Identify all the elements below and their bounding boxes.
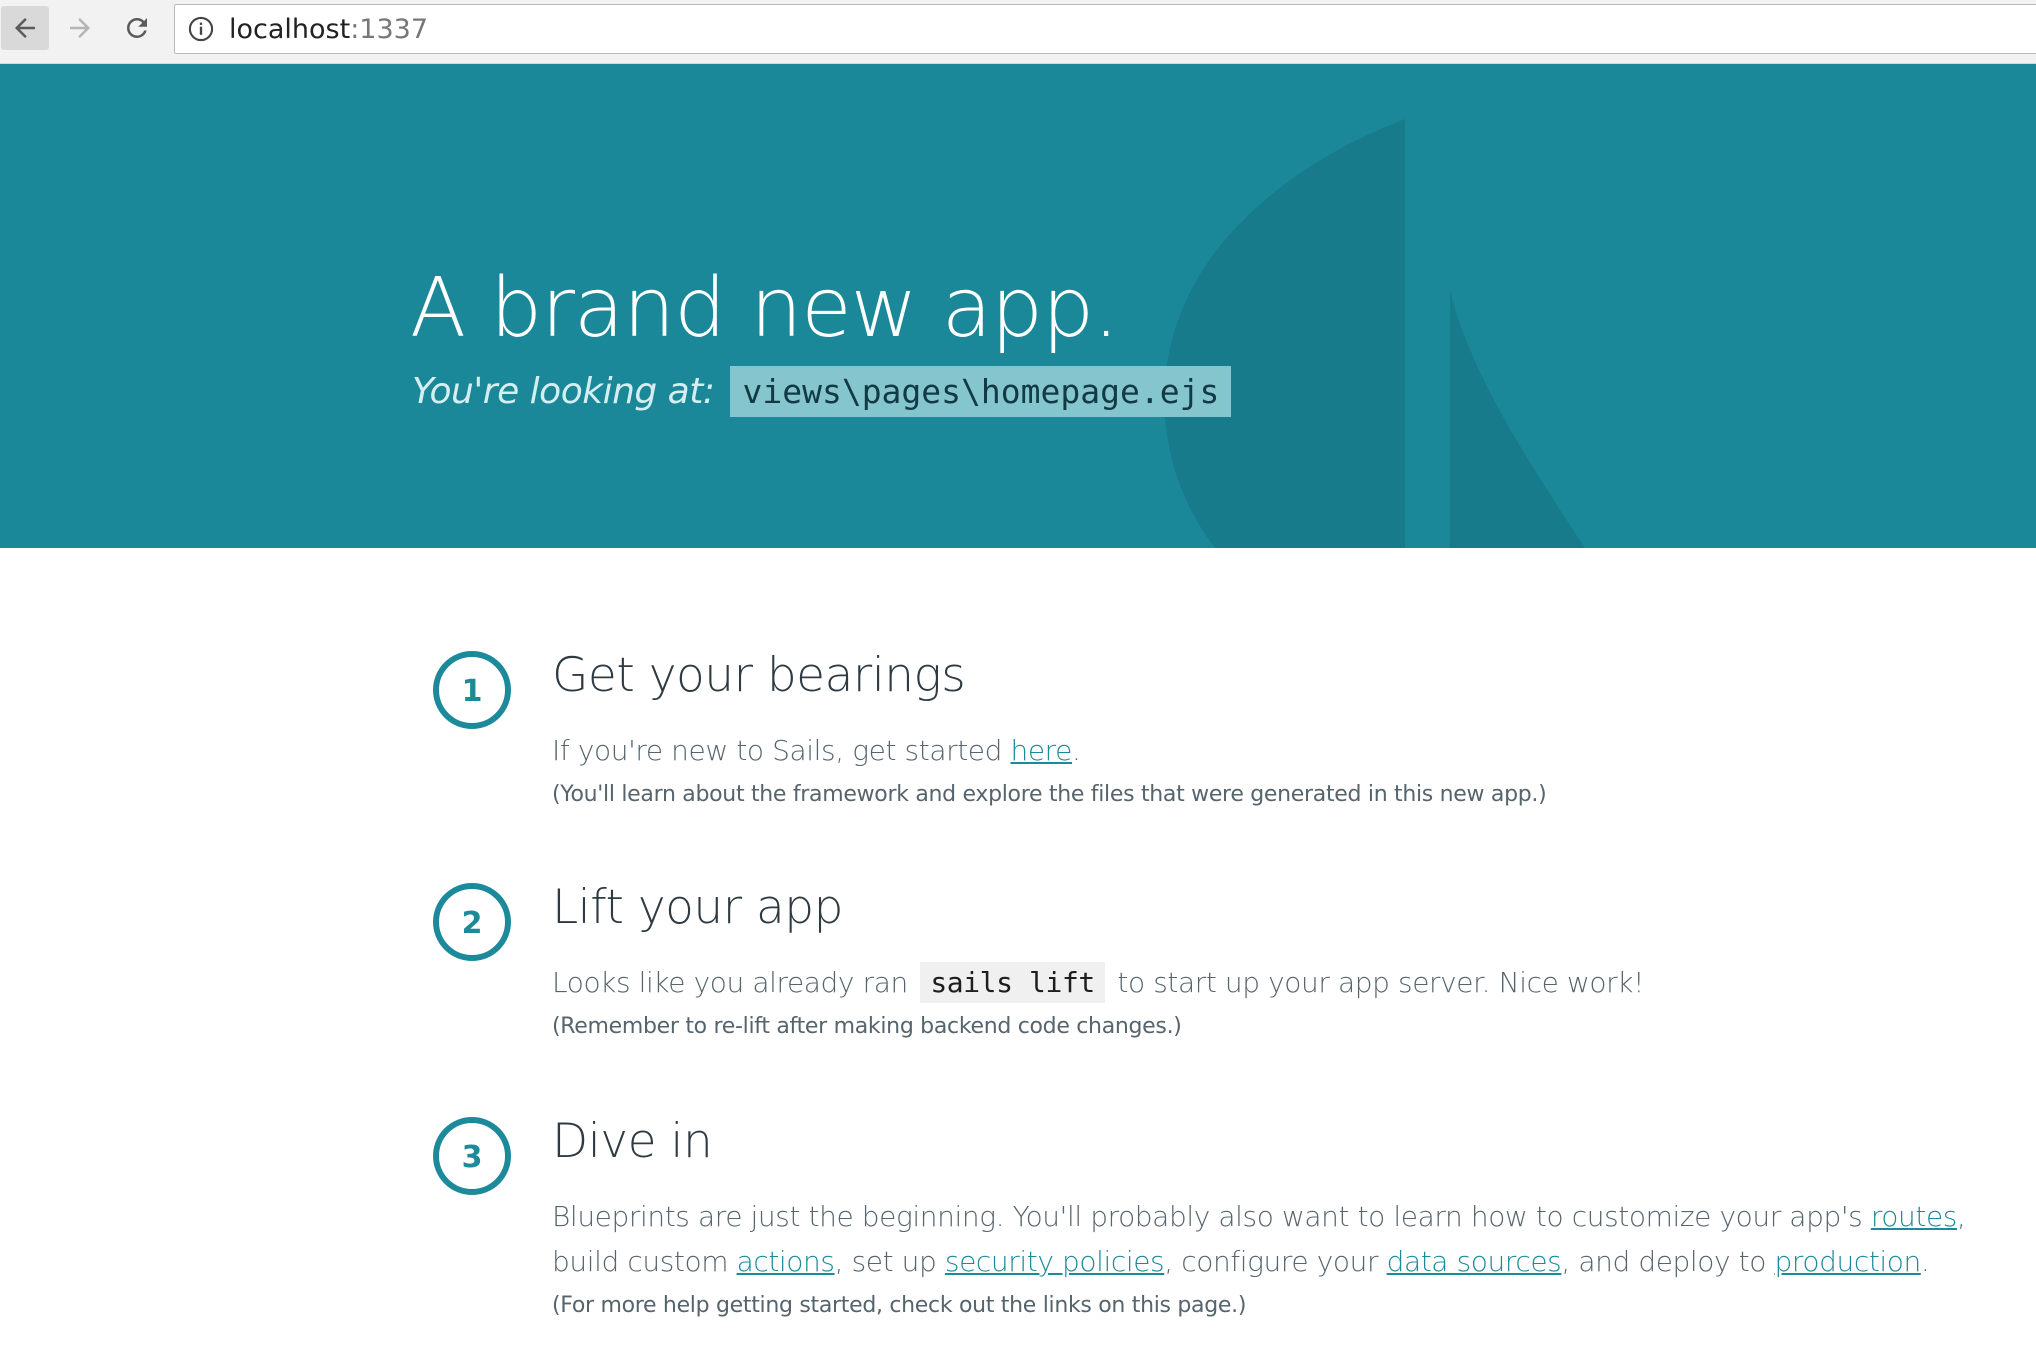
arrow-left-icon — [15, 18, 35, 38]
text-segment: to start up your app server. Nice work! — [1108, 965, 1644, 999]
data-sources-link[interactable]: data sources — [1387, 1245, 1562, 1278]
step-title: Dive in — [552, 1114, 713, 1169]
step-body: Get your bearings If you're new to Sails… — [552, 650, 2032, 811]
page-title: A brand new app. — [410, 261, 1119, 356]
reload-button[interactable] — [113, 6, 161, 50]
text-segment: . — [1071, 733, 1081, 767]
text-segment: . — [1920, 1244, 1930, 1278]
url-host: localhost — [229, 13, 351, 45]
url-text: localhost:1337 — [229, 14, 428, 45]
text-segment: Blueprints are just the beginning. You'l… — [552, 1199, 1871, 1233]
view-path-code: views\pages\homepage.ejs — [730, 366, 1232, 417]
step-body: Lift your app Looks like you already ran… — [552, 882, 2032, 1043]
step-number: 3 — [462, 1140, 483, 1175]
text-segment: , set up — [834, 1244, 945, 1278]
step-text: Blueprints are just the beginning. You'l… — [552, 1194, 2032, 1284]
step-number-badge: 1 — [433, 651, 511, 729]
text-segment: If you're new to Sails, get started — [552, 733, 1011, 767]
hero-subtitle: You're looking at: views\pages\homepage.… — [412, 366, 1232, 417]
arrow-right-icon — [70, 18, 90, 38]
text-segment: , and deploy to — [1561, 1244, 1775, 1278]
step-title: Lift your app — [552, 880, 843, 935]
back-button[interactable] — [1, 6, 49, 50]
step-note: (For more help getting started, check ou… — [552, 1292, 1247, 1318]
step-number: 1 — [462, 674, 483, 709]
browser-toolbar: localhost:1337 — [0, 0, 2036, 64]
subtitle-lead: You're looking at: — [412, 371, 715, 412]
step-text: Looks like you already ran sails lift to… — [552, 960, 2032, 1005]
routes-link[interactable]: routes — [1871, 1200, 1958, 1233]
here-link[interactable]: here — [1010, 734, 1072, 767]
security-policies-link[interactable]: security policies — [945, 1245, 1165, 1278]
production-link[interactable]: production — [1775, 1245, 1922, 1278]
step-title: Get your bearings — [552, 648, 966, 703]
info-icon[interactable] — [187, 15, 215, 43]
step-number: 2 — [462, 906, 483, 941]
actions-link[interactable]: actions — [737, 1245, 835, 1278]
step-note: (You'll learn about the framework and ex… — [552, 781, 1547, 807]
step-text: If you're new to Sails, get started here… — [552, 728, 2032, 773]
sails-lift-code: sails lift — [920, 961, 1105, 1003]
text-segment: , configure your — [1164, 1244, 1387, 1278]
url-port: :1337 — [350, 13, 429, 45]
reload-icon — [126, 17, 147, 38]
step-number-badge: 3 — [433, 1117, 511, 1195]
address-bar[interactable]: localhost:1337 — [174, 4, 2036, 54]
text-segment: Looks like you already ran — [552, 965, 917, 999]
step-body: Dive in Blueprints are just the beginnin… — [552, 1116, 2032, 1322]
step-number-badge: 2 — [433, 883, 511, 961]
step-note: (Remember to re-lift after making backen… — [552, 1013, 1182, 1039]
hero-banner: A brand new app. You're looking at: view… — [0, 64, 2036, 548]
forward-button[interactable] — [56, 6, 104, 50]
